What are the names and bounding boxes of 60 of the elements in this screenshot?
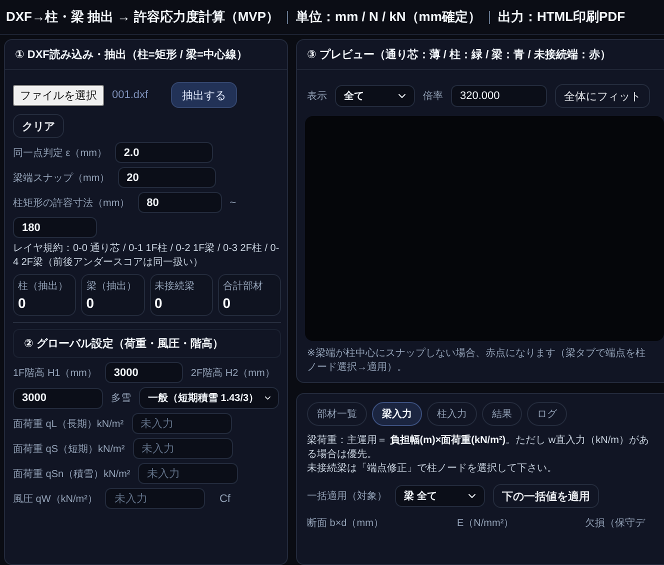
field-label: 風圧 qW（kN/m²）: [13, 492, 98, 506]
tab[interactable]: 柱入力: [427, 402, 477, 426]
column-header: E（N/mm²）: [457, 517, 515, 530]
tab[interactable]: ログ: [527, 402, 567, 426]
input-field[interactable]: 80: [138, 192, 222, 213]
field-label: 面荷重 qL（長期）kN/m²: [13, 418, 124, 430]
column-header: 欠損（保守デ: [585, 516, 646, 530]
field-label: 1F階高 H1（mm）: [13, 366, 97, 380]
field-label: 同一点判定 ε（mm）: [13, 146, 107, 160]
input-field[interactable]: 180: [13, 217, 97, 238]
tab[interactable]: 梁入力: [372, 402, 422, 426]
header-title: DXF→柱・梁 抽出 → 許容応力度計算（MVP）: [6, 8, 280, 26]
input-field[interactable]: 未入力: [132, 413, 232, 434]
file-select-button[interactable]: ファイルを選択: [13, 84, 104, 106]
input-field[interactable]: 未入力: [138, 463, 238, 484]
field-label: 面荷重 qS（短期）kN/m²: [13, 442, 125, 456]
input-field[interactable]: 未入力: [132, 438, 233, 459]
section-title: ② グローバル設定（荷重・風圧・階高）: [13, 329, 281, 358]
header-title: 出力：HTML印刷PDF: [498, 8, 626, 26]
preview-note: ※梁端が柱中心にスナップしない場合、赤点になります（梁タブで端点を柱ノード選択→適用）。: [306, 346, 646, 374]
field-label: 梁端スナップ（mm）: [13, 172, 110, 184]
field-label: 柱矩形の許容寸法（mm）: [13, 196, 130, 210]
input-field[interactable]: 3000: [13, 388, 103, 408]
stat-value: 0: [18, 295, 27, 311]
stat-label: 未接続梁: [154, 280, 196, 293]
stat-label: 柱（抽出）: [18, 280, 69, 293]
range-separator: ~: [230, 196, 236, 208]
header-title: 単位：mm / N / kN（mm確定）: [296, 8, 481, 26]
panel-title: ① DXF読み込み・抽出（柱=矩形 / 梁=中心線）: [5, 40, 287, 70]
input-field[interactable]: 20: [118, 167, 216, 188]
layer-note: レイヤ規約：0-0 通り芯 / 0-1 1F柱 / 0-2 1F梁 / 0-3 2F柱 / 0-4 2F梁（前後アンダースコアは同一扱い）: [13, 242, 280, 270]
field-label: 一括適用（対象）: [307, 490, 387, 503]
stat-value: 0: [154, 295, 164, 311]
clear-button[interactable]: クリア: [13, 114, 64, 138]
panel-title: ③ プレビュー（通り芯：薄 / 柱：緑 / 梁：青 / 未接続端：赤）: [297, 40, 664, 70]
input-field[interactable]: 3000: [104, 362, 183, 383]
tab[interactable]: 結果: [482, 402, 522, 426]
field-label: 多雪: [111, 392, 131, 405]
input-field[interactable]: 2.0: [114, 142, 213, 163]
extract-button[interactable]: 抽出する: [171, 82, 237, 108]
stat-value: 0: [222, 295, 232, 311]
apply-button[interactable]: 下の一括値を適用: [493, 484, 599, 508]
snow-select[interactable]: 一般（短期積雪 1.43/3）: [139, 387, 279, 409]
tab[interactable]: 部材一覧: [307, 402, 367, 426]
stat-value: 0: [86, 295, 96, 311]
stat-label: 合計部材: [222, 280, 264, 293]
beam-description: 梁荷重：主運用＝ 負担幅(m)×面荷重(kN/m²)。ただし w直入力（kN/m）がある場合は優先。 未接続梁は「端点修正」で柱ノードを選択して下さい。: [306, 434, 650, 476]
field-label: 倍率: [423, 90, 443, 103]
file-name: 001.dxf: [112, 89, 148, 101]
column-header: 断面 b×d（mm）: [307, 516, 384, 530]
field-label: 表示: [307, 90, 327, 103]
view-select[interactable]: 全て: [335, 85, 415, 107]
field-suffix: Cf: [219, 492, 230, 504]
field-label: 2F階高 H2（mm）: [190, 366, 275, 380]
target-select[interactable]: 梁 全て: [395, 485, 485, 507]
input-field[interactable]: 未入力: [105, 488, 206, 509]
scale-field[interactable]: 320.000: [451, 85, 547, 107]
field-label: 面荷重 qSn（積雪）kN/m²: [13, 468, 130, 480]
fit-button[interactable]: 全体にフィット: [555, 84, 650, 108]
stat-label: 梁（抽出）: [86, 280, 138, 293]
